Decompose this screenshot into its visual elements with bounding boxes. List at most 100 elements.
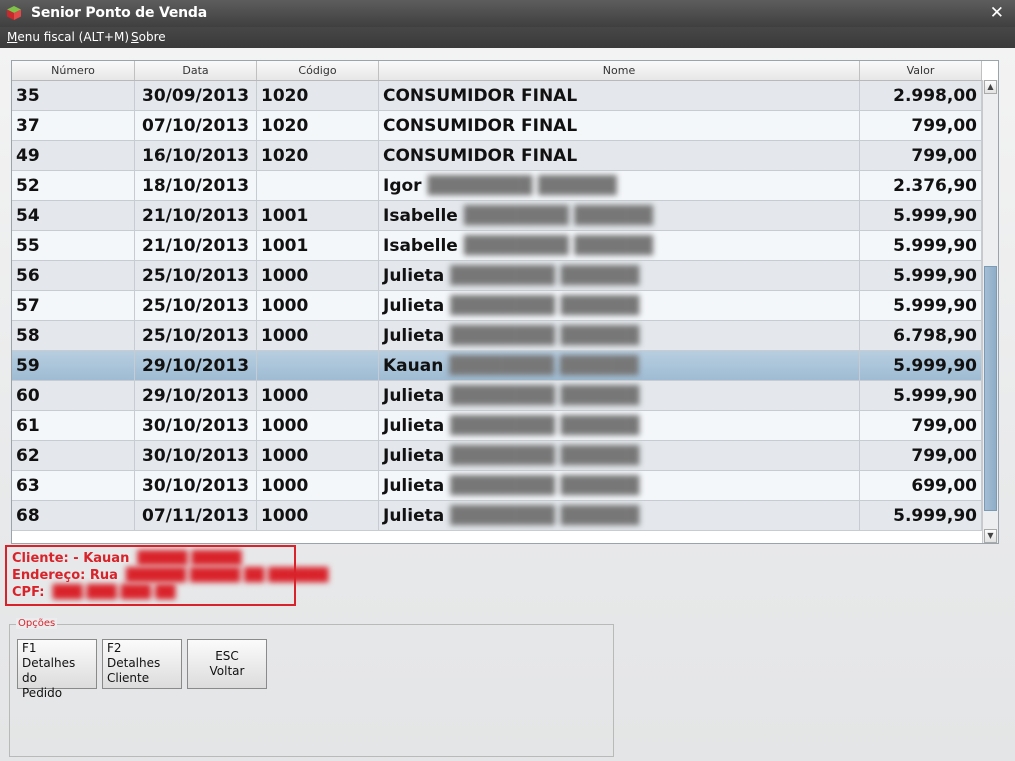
cell-data: 29/10/2013 <box>135 351 257 381</box>
cell-numero: 49 <box>12 141 135 171</box>
redacted-surname: ████████ ██████ <box>463 236 653 256</box>
redacted-cpf: ███.███.███-██ <box>52 585 176 600</box>
scroll-down-icon[interactable]: ▼ <box>984 529 997 543</box>
cell-data: 29/10/2013 <box>135 381 257 411</box>
cell-valor: 2.998,00 <box>860 81 982 111</box>
cell-valor: 799,00 <box>860 411 982 441</box>
column-header-codigo[interactable]: Código <box>257 61 379 80</box>
menu-fiscal[interactable]: Menu fiscal (ALT+M) <box>7 30 129 44</box>
info-cpf: CPF: ███.███.███-██ <box>12 584 289 601</box>
cell-text: 16/10/2013 <box>142 146 250 166</box>
table-row[interactable]: 37 07/10/2013 1020 CONSUMIDOR FINAL 799,00 <box>12 111 982 141</box>
cell-text: 1000 <box>261 386 309 406</box>
button-label-1: Voltar <box>209 664 245 678</box>
redacted-surname: █████ █████ <box>137 551 242 566</box>
cell-data: 16/10/2013 <box>135 141 257 171</box>
cell-nome: Kauan ████████ ██████ <box>379 351 860 381</box>
cell-text: 29/10/2013 <box>142 356 250 376</box>
cell-numero: 37 <box>12 111 135 141</box>
cell-codigo: 1000 <box>257 441 379 471</box>
button-label-1: Detalhes <box>107 656 161 670</box>
table-row[interactable]: 60 29/10/2013 1000 Julieta ████████ ██████ 5.… <box>12 381 982 411</box>
cell-data: 21/10/2013 <box>135 201 257 231</box>
cell-data: 25/10/2013 <box>135 261 257 291</box>
cell-codigo: 1000 <box>257 291 379 321</box>
table-row[interactable]: 57 25/10/2013 1000 Julieta ████████ ██████ 5.… <box>12 291 982 321</box>
cell-text: 07/11/2013 <box>142 506 250 526</box>
details-order-button[interactable]: F1 Detalhes do Pedido <box>17 639 97 700</box>
cell-text: 30/09/2013 <box>142 86 250 106</box>
cell-numero: 68 <box>12 501 135 531</box>
cell-text: 2.376,90 <box>893 176 977 196</box>
column-header-numero[interactable]: Número <box>12 61 135 80</box>
vertical-scrollbar[interactable]: ▲ ▼ <box>982 80 998 543</box>
table-row[interactable]: 56 25/10/2013 1000 Julieta ████████ ██████ 5.… <box>12 261 982 291</box>
cell-text: 5.999,90 <box>893 236 977 256</box>
table-row[interactable]: 61 30/10/2013 1000 Julieta ████████ ██████ 79… <box>12 411 982 441</box>
menu-sobre[interactable]: Sobre <box>131 30 166 44</box>
column-header-valor[interactable]: Valor <box>860 61 982 80</box>
table-row[interactable]: 54 21/10/2013 1001 Isabelle ████████ ██████ 5… <box>12 201 982 231</box>
table-row[interactable]: 55 21/10/2013 1001 Isabelle ████████ ██████ 5… <box>12 231 982 261</box>
redacted-address: ██████ █████ ██ ██████ <box>125 568 329 583</box>
cell-valor: 799,00 <box>860 141 982 171</box>
table-row[interactable]: 52 18/10/2013 Igor ████████ ██████ 2.376,90 <box>12 171 982 201</box>
details-customer-button[interactable]: F2 Detalhes Cliente <box>102 639 182 689</box>
cell-codigo <box>257 351 379 381</box>
cell-text: 63 <box>16 476 40 496</box>
cell-text: 35 <box>16 86 40 106</box>
table-row[interactable]: 49 16/10/2013 1020 CONSUMIDOR FINAL 799,00 <box>12 141 982 171</box>
cell-nome: Julieta ████████ ██████ <box>379 501 860 531</box>
redacted-surname: ████████ ██████ <box>449 356 639 376</box>
menu-sobre-mnemonic: S <box>131 30 139 44</box>
table-row[interactable]: 59 29/10/2013 Kauan ████████ ██████ 5.999,90 <box>12 351 982 381</box>
cell-text: 1020 <box>261 116 309 136</box>
scroll-thumb[interactable] <box>984 266 997 511</box>
sales-grid[interactable]: Número Data Código Nome Valor 35 30/09/20… <box>11 60 999 544</box>
close-icon[interactable]: ✕ <box>990 4 1004 22</box>
cell-data: 30/09/2013 <box>135 81 257 111</box>
table-row[interactable]: 63 30/10/2013 1000 Julieta ████████ ██████ 69… <box>12 471 982 501</box>
cell-text: 21/10/2013 <box>142 236 250 256</box>
cell-text: 5.999,90 <box>893 266 977 286</box>
options-legend: Opções <box>16 618 58 629</box>
cell-text: 37 <box>16 116 40 136</box>
cell-nome: Julieta ████████ ██████ <box>379 261 860 291</box>
cell-text: 1001 <box>261 236 309 256</box>
cell-text: 60 <box>16 386 40 406</box>
table-row[interactable]: 62 30/10/2013 1000 Julieta ████████ ██████ 79… <box>12 441 982 471</box>
cell-text: 68 <box>16 506 40 526</box>
cell-text: 25/10/2013 <box>142 266 250 286</box>
table-row[interactable]: 35 30/09/2013 1020 CONSUMIDOR FINAL 2.998,00 <box>12 81 982 111</box>
cell-nome: CONSUMIDOR FINAL <box>379 81 860 111</box>
table-row[interactable]: 68 07/11/2013 1000 Julieta ████████ ██████ 5.… <box>12 501 982 531</box>
back-button[interactable]: ESC Voltar <box>187 639 267 689</box>
cell-valor: 5.999,90 <box>860 351 982 381</box>
cell-text: 56 <box>16 266 40 286</box>
cell-nome: Isabelle ████████ ██████ <box>379 201 860 231</box>
cell-numero: 58 <box>12 321 135 351</box>
cell-text: 1000 <box>261 326 309 346</box>
cell-text: 5.999,90 <box>893 356 977 376</box>
redacted-surname: ████████ ██████ <box>450 446 640 466</box>
cell-text: CONSUMIDOR FINAL <box>383 116 578 136</box>
table-row[interactable]: 58 25/10/2013 1000 Julieta ████████ ██████ 6.… <box>12 321 982 351</box>
cell-numero: 59 <box>12 351 135 381</box>
cell-codigo: 1020 <box>257 141 379 171</box>
cell-text: Kauan <box>383 356 444 376</box>
scroll-up-icon[interactable]: ▲ <box>984 80 997 94</box>
cell-codigo: 1020 <box>257 111 379 141</box>
redacted-surname: ████████ ██████ <box>463 206 653 226</box>
button-key: F2 <box>107 641 122 655</box>
info-cpf-label: CPF: <box>12 585 45 600</box>
cell-text: 54 <box>16 206 40 226</box>
column-header-nome[interactable]: Nome <box>379 61 860 80</box>
cell-codigo: 1020 <box>257 81 379 111</box>
cell-text: CONSUMIDOR FINAL <box>383 146 578 166</box>
cell-text: 30/10/2013 <box>142 476 250 496</box>
cell-text: Julieta <box>383 476 445 496</box>
column-header-data[interactable]: Data <box>135 61 257 80</box>
cell-text: 2.998,00 <box>893 86 977 106</box>
cell-text: Isabelle <box>383 206 458 226</box>
cell-text: Julieta <box>383 506 445 526</box>
